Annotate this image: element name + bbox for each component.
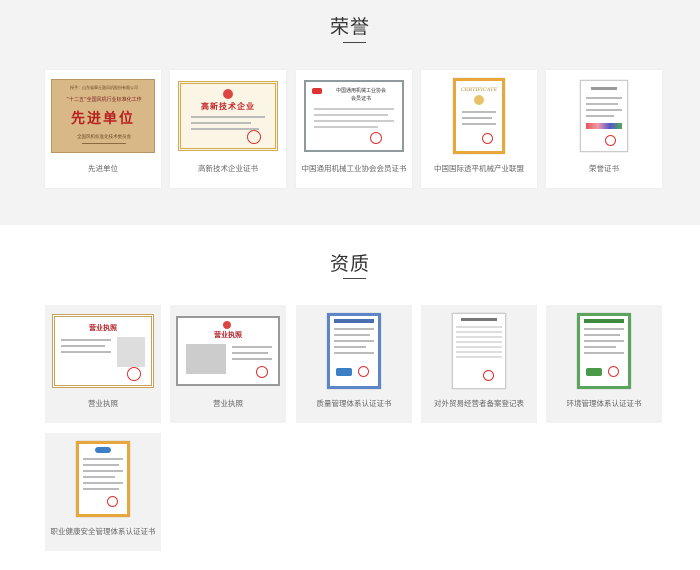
honor-image-association[interactable]: 中国通用机械工业协会 会员证书: [302, 76, 406, 156]
honors-title: 荣誉: [329, 16, 370, 38]
text-block: [117, 337, 145, 367]
honor-caption[interactable]: 先进单位: [45, 163, 161, 174]
cert-title: 高新技术企业: [201, 102, 255, 111]
qualifications-section: 资质 营业执照 营业执照 营业执照 营业执照 质量管理体系认证证书 对外贸易经营…: [0, 225, 700, 570]
cert-title: 营业执照: [214, 331, 242, 339]
red-seal-icon: [107, 496, 118, 507]
qualifications-title-underline: [343, 278, 366, 279]
red-seal-icon: [483, 370, 494, 381]
qual-card-environmental[interactable]: 环境管理体系认证证书: [546, 305, 662, 423]
plaque-line1: 授予：山东省章丘鼓风机股份有限公司: [70, 85, 138, 90]
qual-card-quality-mgmt[interactable]: 质量管理体系认证证书: [296, 305, 412, 423]
plaque-line3: 全国风机标准化技术委员会: [77, 135, 131, 140]
qual-card-foreign-trade[interactable]: 对外贸易经营者备案登记表: [421, 305, 537, 423]
qual-image-environmental[interactable]: [552, 311, 656, 391]
honor-card-turbomachinery[interactable]: CERTIFICATE 中国国际透平机械产业联盟: [421, 70, 537, 188]
red-seal-icon: [358, 366, 369, 377]
honor-card-high-tech[interactable]: 高新技术企业 高新技术企业证书: [170, 70, 286, 188]
honor-card-honor-cert[interactable]: 荣誉证书: [546, 70, 662, 188]
qual-caption[interactable]: 对外贸易经营者备案登记表: [421, 398, 537, 409]
honor-card-association[interactable]: 中国通用机械工业协会 会员证书 中国通用机械工业协会会员证书: [296, 70, 412, 188]
red-seal-icon: [608, 366, 619, 377]
qual-image-business-license-2[interactable]: 营业执照: [176, 311, 280, 391]
honor-image-honor-cert[interactable]: [552, 76, 656, 156]
qual-caption[interactable]: 环境管理体系认证证书: [546, 398, 662, 409]
honor-caption[interactable]: 高新技术企业证书: [170, 163, 286, 174]
cert-logo-icon: [586, 368, 602, 376]
qual-caption[interactable]: 营业执照: [170, 398, 286, 409]
text-block: [186, 344, 226, 374]
association-logo-icon: [312, 88, 322, 94]
red-seal-icon: [605, 135, 616, 146]
qual-card-business-license-1[interactable]: 营业执照 营业执照: [45, 305, 161, 423]
cert-title: CERTIFICATE: [460, 87, 498, 93]
cert-title: 中国通用机械工业协会: [335, 88, 386, 94]
plaque-rule: [82, 143, 126, 144]
plaque-main: 先进单位: [71, 111, 135, 127]
red-seal-icon: [370, 132, 382, 144]
emblem-icon: [223, 89, 233, 99]
emblem-icon: [223, 321, 231, 329]
honor-image-high-tech[interactable]: 高新技术企业: [176, 76, 280, 156]
red-seal-icon: [482, 133, 493, 144]
honor-image-advanced-unit[interactable]: 授予：山东省章丘鼓风机股份有限公司 “十二五”全国风机行业标准化工作 先进单位 …: [51, 76, 155, 156]
honor-caption[interactable]: 荣誉证书: [546, 163, 662, 174]
qualifications-title: 资质: [329, 253, 370, 275]
qual-caption[interactable]: 职业健康安全管理体系认证证书: [45, 526, 161, 537]
red-seal-icon: [256, 366, 268, 378]
cert-title: 营业执照: [89, 324, 117, 332]
qual-card-occupational-health[interactable]: 职业健康安全管理体系认证证书: [45, 433, 161, 551]
color-strip: [586, 123, 622, 129]
honor-caption[interactable]: 中国通用机械工业协会会员证书: [296, 163, 412, 174]
red-seal-icon: [127, 367, 141, 381]
cert-logo-icon: [336, 368, 352, 376]
qual-card-business-license-2[interactable]: 营业执照 营业执照: [170, 305, 286, 423]
qual-caption[interactable]: 质量管理体系认证证书: [296, 398, 412, 409]
plaque-line2: “十二五”全国风机行业标准化工作: [66, 97, 142, 103]
honor-card-advanced-unit[interactable]: 授予：山东省章丘鼓风机股份有限公司 “十二五”全国风机行业标准化工作 先进单位 …: [45, 70, 161, 188]
honors-section: 荣誉 授予：山东省章丘鼓风机股份有限公司 “十二五”全国风机行业标准化工作 先进…: [0, 0, 700, 225]
qual-image-quality-mgmt[interactable]: [302, 311, 406, 391]
qual-caption[interactable]: 营业执照: [45, 398, 161, 409]
red-seal-icon: [247, 130, 261, 144]
medal-icon: [474, 95, 484, 105]
honors-title-underline: [343, 42, 366, 43]
cert-logo-icon: [95, 447, 111, 453]
cert-sub: 会员证书: [350, 96, 371, 102]
qual-image-business-license-1[interactable]: 营业执照: [51, 311, 155, 391]
honor-caption[interactable]: 中国国际透平机械产业联盟: [421, 163, 537, 174]
qual-image-foreign-trade[interactable]: [427, 311, 531, 391]
honor-image-turbomachinery[interactable]: CERTIFICATE: [427, 76, 531, 156]
qual-image-occupational-health[interactable]: [51, 439, 155, 519]
